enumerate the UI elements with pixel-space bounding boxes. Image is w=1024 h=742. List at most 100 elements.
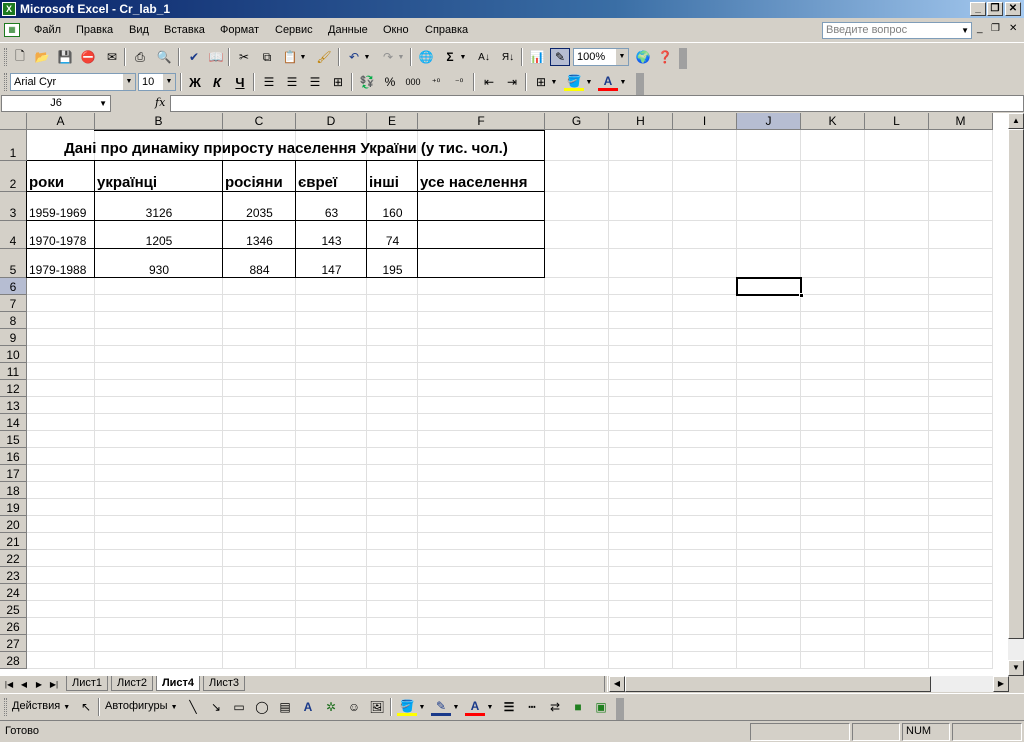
cell-f13[interactable] [418, 397, 545, 414]
cell-c8[interactable] [223, 312, 296, 329]
cell-f20[interactable] [418, 516, 545, 533]
cell-h17[interactable] [609, 465, 673, 482]
save-icon[interactable]: 💾 [55, 48, 75, 66]
oval-icon[interactable]: ◯ [252, 698, 272, 716]
cell-g26[interactable] [545, 618, 609, 635]
row-header-24[interactable]: 24 [0, 584, 27, 601]
cell-a20[interactable] [27, 516, 95, 533]
cell-l10[interactable] [865, 346, 929, 363]
cell-f23[interactable] [418, 567, 545, 584]
cell-l6[interactable] [865, 278, 929, 295]
cell-l19[interactable] [865, 499, 929, 516]
cell-j24[interactable] [737, 584, 801, 601]
cell-f17[interactable] [418, 465, 545, 482]
chevron-down-icon[interactable]: ▼ [163, 74, 175, 90]
column-header-f[interactable]: F [418, 113, 545, 130]
cell-d15[interactable] [296, 431, 367, 448]
cell-a18[interactable] [27, 482, 95, 499]
cell-e14[interactable] [367, 414, 418, 431]
cell-b17[interactable] [95, 465, 223, 482]
cell-g7[interactable] [545, 295, 609, 312]
percent-button[interactable]: % [380, 73, 400, 91]
chevron-down-icon[interactable]: ▼ [616, 49, 628, 65]
cell-a27[interactable] [27, 635, 95, 652]
cell-e26[interactable] [367, 618, 418, 635]
sheet-tab-2[interactable]: Лист2 [111, 676, 153, 691]
select-objects-icon[interactable]: ↖ [76, 698, 96, 716]
vertical-scroll-thumb[interactable] [1008, 129, 1024, 639]
cell-m13[interactable] [929, 397, 993, 414]
cell-g21[interactable] [545, 533, 609, 550]
cell-h27[interactable] [609, 635, 673, 652]
chevron-down-icon[interactable]: ▼ [99, 96, 107, 111]
cell-k1[interactable] [801, 130, 865, 161]
cell-i14[interactable] [673, 414, 737, 431]
cell-c27[interactable] [223, 635, 296, 652]
row-header-25[interactable]: 25 [0, 601, 27, 618]
dash-style-icon[interactable]: ┅ [522, 698, 542, 716]
cell-d8[interactable] [296, 312, 367, 329]
help-icon[interactable]: ❓ [655, 48, 675, 66]
cell-i1[interactable] [673, 130, 737, 161]
cell-m22[interactable] [929, 550, 993, 567]
restore-button[interactable]: ❐ [987, 2, 1003, 16]
cell-d28[interactable] [296, 652, 367, 669]
cell-c16[interactable] [223, 448, 296, 465]
align-right-icon[interactable]: ☰ [305, 73, 325, 91]
cell-f26[interactable] [418, 618, 545, 635]
minimize-button[interactable]: _ [970, 2, 986, 16]
cell-h25[interactable] [609, 601, 673, 618]
cell-g18[interactable] [545, 482, 609, 499]
cell-h14[interactable] [609, 414, 673, 431]
cell-j18[interactable] [737, 482, 801, 499]
cell-e11[interactable] [367, 363, 418, 380]
chevron-down-icon[interactable]: ▼ [458, 48, 468, 66]
doc-restore-button[interactable]: ❐ [991, 23, 1000, 34]
cell-m7[interactable] [929, 295, 993, 312]
cell-c12[interactable] [223, 380, 296, 397]
cell-b27[interactable] [95, 635, 223, 652]
cell-f27[interactable] [418, 635, 545, 652]
cell-e13[interactable] [367, 397, 418, 414]
textbox-icon[interactable]: ▤ [275, 698, 295, 716]
scroll-right-icon[interactable]: ▶ [993, 676, 1009, 692]
cell-k28[interactable] [801, 652, 865, 669]
cell-m26[interactable] [929, 618, 993, 635]
cell-k4[interactable] [801, 221, 865, 249]
cell-d9[interactable] [296, 329, 367, 346]
cell-c17[interactable] [223, 465, 296, 482]
cell-b24[interactable] [95, 584, 223, 601]
cell-l14[interactable] [865, 414, 929, 431]
cell-m15[interactable] [929, 431, 993, 448]
cell-a9[interactable] [27, 329, 95, 346]
cell-h22[interactable] [609, 550, 673, 567]
bold-button[interactable]: Ж [185, 73, 205, 91]
menu-help[interactable]: Справка [425, 24, 468, 36]
doc-minimize-button[interactable]: _ [977, 23, 983, 34]
cell-m16[interactable] [929, 448, 993, 465]
cell-f7[interactable] [418, 295, 545, 312]
next-sheet-icon[interactable]: ▶ [32, 678, 46, 691]
column-header-j[interactable]: J [737, 113, 801, 130]
cell-e21[interactable] [367, 533, 418, 550]
cell-e18[interactable] [367, 482, 418, 499]
cell-g24[interactable] [545, 584, 609, 601]
cell-i9[interactable] [673, 329, 737, 346]
cell-j15[interactable] [737, 431, 801, 448]
cell-i24[interactable] [673, 584, 737, 601]
column-header-a[interactable]: A [27, 113, 95, 130]
font-color-icon[interactable]: A [465, 698, 485, 716]
cell-c20[interactable] [223, 516, 296, 533]
menu-format[interactable]: Формат [220, 24, 259, 36]
cell-b21[interactable] [95, 533, 223, 550]
cell-h6[interactable] [609, 278, 673, 295]
currency-icon[interactable]: 💱 [357, 73, 377, 91]
toolbar-grip[interactable] [4, 48, 7, 66]
cell-e16[interactable] [367, 448, 418, 465]
cell-c9[interactable] [223, 329, 296, 346]
cell-j21[interactable] [737, 533, 801, 550]
row-header-10[interactable]: 10 [0, 346, 27, 363]
cell-k18[interactable] [801, 482, 865, 499]
row-header-1[interactable]: 1 [0, 130, 27, 161]
cell-a24[interactable] [27, 584, 95, 601]
